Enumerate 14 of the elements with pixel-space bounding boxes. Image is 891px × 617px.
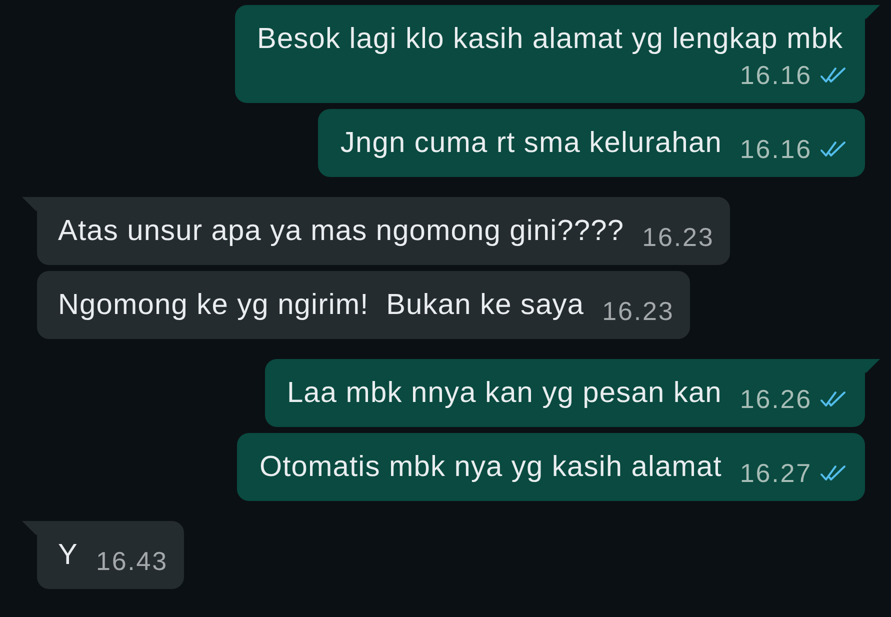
message-text: Besok lagi klo kasih alamat yg lengkap mbk: [257, 22, 844, 57]
message-time: 16.16: [740, 134, 812, 164]
message-text: Otomatis mbk nya yg kasih alamat: [259, 450, 722, 485]
message-text: Jngn cuma rt sma kelurahan: [340, 126, 722, 161]
message-text: Y: [58, 538, 78, 573]
message-time: 16.23: [602, 296, 674, 326]
message-text: Laa mbk nnya kan yg pesan kan: [286, 376, 722, 411]
message-time: 16.26: [740, 384, 812, 414]
message-time: 16.23: [642, 222, 714, 252]
message-time: 16.43: [96, 546, 168, 576]
message-time: 16.16: [740, 60, 812, 90]
message-text: Ngomong ke yg ngirim! Bukan ke saya: [58, 288, 584, 323]
message-text: Atas unsur apa ya mas ngomong gini????: [58, 214, 624, 249]
message-time: 16.27: [740, 458, 812, 488]
